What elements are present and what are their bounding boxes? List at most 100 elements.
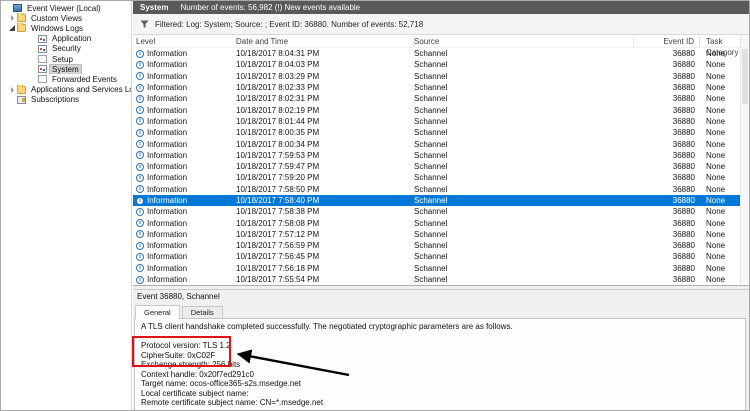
table-row[interactable]: i Information 10/18/2017 7:59:47 PM Schanne… [133,161,749,172]
level-text: Information [147,83,188,93]
task-category-cell: None [706,218,726,228]
datetime-cell: 10/18/2017 7:56:59 PM [236,241,320,251]
table-row[interactable]: i Information 10/18/2017 7:58:38 PM Schanne… [133,206,749,217]
level-text: Information [147,263,188,273]
event-viewer-window: Event Viewer (Local) Custom Views Windows … [0,0,750,411]
information-icon: i [136,60,144,69]
level-cell: i Information [133,219,236,228]
datetime-cell: 10/18/2017 7:55:54 PM [236,275,320,285]
sidebar-item-subscriptions[interactable]: Subscriptions [1,95,131,105]
event-id-cell: 36880 [672,196,695,205]
tab-general[interactable]: General [135,305,180,320]
level-text: Information [147,60,188,70]
table-row[interactable]: i Information 10/18/2017 7:58:08 PM Schanne… [133,217,749,228]
level-cell: i Information [133,72,236,81]
detail-line: Target name: ocos-office365-s2s.msedge.n… [141,379,301,389]
information-icon: i [136,94,144,103]
sidebar-item-setup[interactable]: Setup [1,54,131,64]
datetime-cell: 10/18/2017 8:00:35 PM [236,128,320,138]
level-text: Information [147,139,188,149]
table-row[interactable]: i Information 10/18/2017 7:59:20 PM Schanne… [133,172,749,183]
expand-icon[interactable] [7,87,17,93]
expand-icon[interactable] [7,15,17,21]
source-cell: Schannel [414,207,448,217]
sidebar-item-label: Event Viewer (Local) [27,3,101,13]
event-id-cell: 36880 [672,83,695,93]
column-header-event-id[interactable]: Event ID [634,35,700,47]
sidebar-item-security[interactable]: Security [1,44,131,54]
level-cell: i Information [133,275,236,284]
table-row[interactable]: i Information 10/18/2017 8:03:29 PM Schanne… [133,71,749,82]
event-id-cell: 36880 [672,184,695,194]
column-header-task-category[interactable]: Task Category [700,36,739,57]
table-row[interactable]: i Information 10/18/2017 7:56:45 PM Schanne… [133,251,749,262]
sidebar-item-system[interactable]: System [1,64,131,75]
event-id-cell: 36880 [672,173,695,183]
table-row[interactable]: i Information 10/18/2017 8:02:31 PM Schanne… [133,93,749,104]
task-category-cell: None [706,94,726,104]
detail-line: Remote certificate subject name: CN=*.ms… [141,398,324,408]
level-text: Information [147,218,188,228]
column-header-level[interactable]: Level [133,35,236,47]
datetime-cell: 10/18/2017 8:04:03 PM [236,60,320,70]
tab-details[interactable]: Details [181,306,223,319]
sidebar-item-windows-logs[interactable]: Windows Logs [1,23,131,33]
sidebar-item-custom-views[interactable]: Custom Views [1,13,131,23]
filter-bar[interactable]: Filtered: Log: System; Source: ; Event I… [133,14,749,35]
information-icon: i [136,207,144,216]
scrollbar-thumb[interactable] [742,49,748,104]
source-cell: Schannel [414,162,448,172]
event-id-cell: 36880 [672,49,695,59]
table-row[interactable]: i Information 10/18/2017 7:56:18 PM Schanne… [133,263,749,274]
source-cell: Schannel [414,196,448,205]
level-text: Information [147,94,188,104]
table-row[interactable]: i Information 10/18/2017 8:02:19 PM Schanne… [133,104,749,115]
table-row[interactable]: i Information 10/18/2017 7:56:59 PM Schanne… [133,240,749,251]
console-tree: Event Viewer (Local) Custom Views Windows … [1,1,132,410]
table-row[interactable]: i Information 10/18/2017 7:58:40 PM Schanne… [133,194,749,207]
source-cell: Schannel [414,275,448,285]
table-row[interactable]: i Information 10/18/2017 8:00:35 PM Schanne… [133,127,749,138]
information-icon: i [136,140,144,149]
table-row[interactable]: i Information 10/18/2017 8:01:44 PM Schanne… [133,116,749,127]
table-row[interactable]: i Information 10/18/2017 8:00:34 PM Schanne… [133,138,749,149]
table-row[interactable]: i Information 10/18/2017 7:59:53 PM Schanne… [133,150,749,161]
datetime-cell: 10/18/2017 8:04:31 PM [236,49,320,59]
table-row[interactable]: i Information 10/18/2017 8:04:31 PM Schanne… [133,48,749,59]
level-text: Information [147,207,188,217]
level-text: Information [147,150,188,160]
level-text: Information [147,128,188,138]
level-cell: i Information [133,128,236,137]
level-text: Information [147,229,188,239]
table-row[interactable]: i Information 10/18/2017 7:58:50 PM Schanne… [133,184,749,195]
table-row[interactable]: i Information 10/18/2017 7:55:54 PM Schanne… [133,274,749,285]
vertical-scrollbar[interactable] [740,35,749,286]
preview-pane-title: Event 36880, Schannel [137,292,220,302]
sidebar-item-application[interactable]: Application [1,34,131,44]
task-category-cell: None [706,150,726,160]
collapse-icon[interactable] [7,25,17,31]
sidebar-item-label: System [49,64,82,75]
datetime-cell: 10/18/2017 8:02:33 PM [236,83,320,93]
table-row[interactable]: i Information 10/18/2017 8:04:03 PM Schanne… [133,59,749,70]
source-cell: Schannel [414,128,448,138]
task-category-cell: None [706,207,726,217]
information-icon: i [136,275,144,284]
column-header-date-and-time[interactable]: Date and Time [236,35,414,47]
level-text: Information [147,275,188,285]
sidebar-item-applications-and-services-lo[interactable]: Applications and Services Lo [1,84,131,95]
level-cell: i Information [133,173,236,182]
level-cell: i Information [133,185,236,194]
source-cell: Schannel [414,229,448,239]
source-cell: Schannel [414,94,448,104]
sidebar-item-forwarded-events[interactable]: Forwarded Events [1,74,131,84]
event-table: Level Date and Time Source Event ID Task Cat… [133,35,749,286]
sidebar-item-event-viewer-local[interactable]: Event Viewer (Local) [1,3,131,13]
table-row[interactable]: i Information 10/18/2017 8:02:33 PM Schanne… [133,82,749,93]
source-cell: Schannel [414,218,448,228]
information-icon: i [136,117,144,126]
event-id-cell: 36880 [672,218,695,228]
task-category-cell: None [706,83,726,93]
column-header-source[interactable]: Source [414,35,634,47]
table-row[interactable]: i Information 10/18/2017 7:57:12 PM Schanne… [133,229,749,240]
